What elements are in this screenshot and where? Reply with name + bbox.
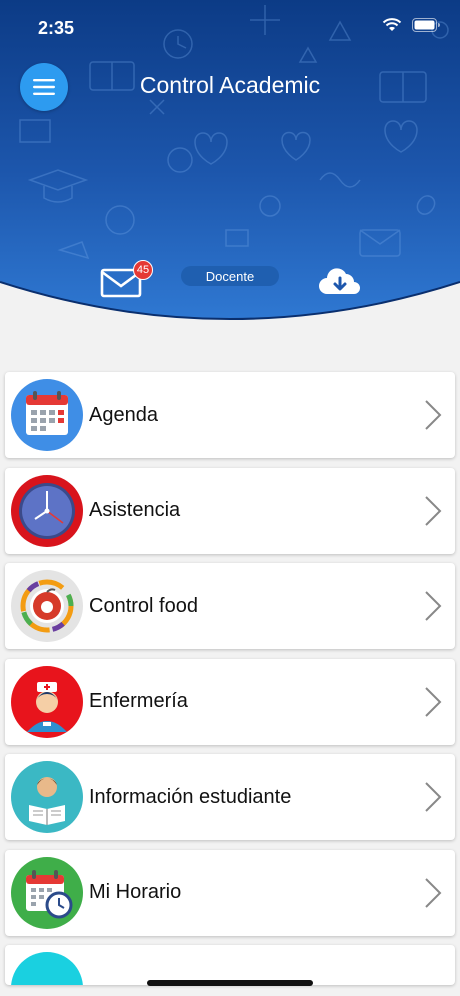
list-item-label: Mi Horario: [89, 881, 182, 903]
list-item-partial[interactable]: [5, 945, 455, 985]
home-indicator: [147, 980, 313, 986]
list-item-agenda[interactable]: Agenda: [5, 372, 455, 458]
header: 2:35 Control Academic 45 Docente: [0, 0, 460, 340]
list-item-label: Enfermería: [89, 690, 188, 712]
clock-icon: [11, 474, 83, 547]
apple-icon: [11, 570, 83, 642]
wifi-icon: [382, 18, 402, 31]
menu-list: Agenda Asistencia Control food Enfermerí…: [5, 372, 455, 985]
chevron-right-icon: [425, 686, 442, 717]
app-title: Control Academic: [139, 72, 321, 98]
list-item-asistencia[interactable]: Asistencia: [5, 467, 455, 554]
battery-icon: [412, 18, 440, 32]
chevron-right-icon: [425, 495, 442, 526]
list-item-label: Asistencia: [89, 499, 181, 521]
list-item-icon: [11, 952, 83, 985]
list-item-control-food[interactable]: Control food: [5, 563, 455, 649]
student-reading-icon: [11, 761, 83, 833]
list-item-informacion-estudiante[interactable]: Información estudiante: [5, 754, 455, 840]
schedule-icon: [11, 856, 83, 929]
chevron-right-icon: [425, 400, 442, 430]
download-button[interactable]: [317, 266, 363, 300]
status-bar: 2:35: [0, 0, 460, 56]
list-item-label: Información estudiante: [89, 785, 292, 808]
list-item-enfermeria[interactable]: Enfermería: [5, 658, 455, 745]
chevron-right-icon: [425, 591, 442, 621]
list-item-label: Control food: [89, 594, 198, 617]
chevron-right-icon: [425, 877, 442, 908]
nurse-icon: [11, 665, 83, 738]
list-item-mi-horario[interactable]: Mi Horario: [5, 849, 455, 936]
chevron-right-icon: [425, 782, 442, 812]
status-time: 2:35: [38, 18, 75, 38]
cloud-download-icon: [319, 268, 360, 294]
role-label: Docente: [181, 266, 279, 286]
messages-badge: 45: [133, 260, 153, 280]
calendar-icon: [11, 379, 83, 451]
list-item-label: Agenda: [89, 403, 158, 426]
status-icons: [382, 18, 440, 32]
